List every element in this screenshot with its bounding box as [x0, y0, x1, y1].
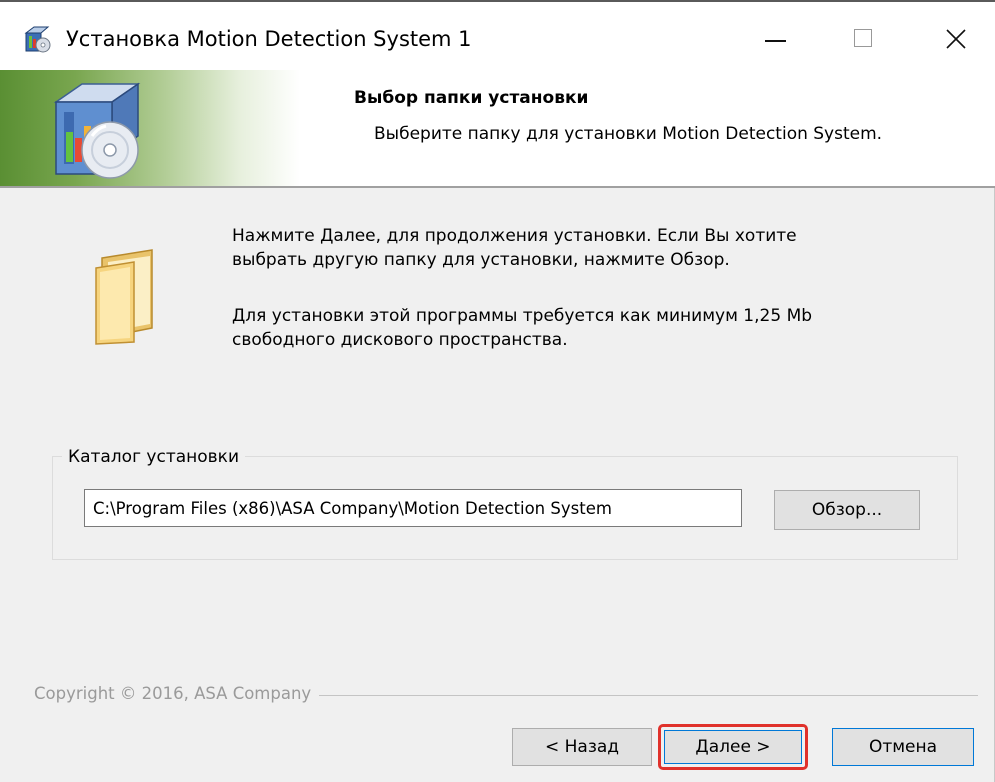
header-banner: Выбор папки установки Выберите папку для… — [0, 70, 995, 186]
window-title: Установка Motion Detection System 1 — [66, 27, 472, 51]
disk-space-text: Для установки этой программы требуется к… — [232, 304, 812, 352]
next-button[interactable]: Далее > — [664, 730, 802, 764]
page-subtitle: Выберите папку для установки Motion Dete… — [374, 124, 883, 144]
copyright-text: Copyright © 2016, ASA Company — [34, 684, 320, 703]
instruction-line-1: Нажмите Далее, для продолжения установки… — [232, 226, 797, 246]
installer-cd-icon — [53, 82, 141, 179]
disk-space-line-2: свободного дискового пространства. — [232, 330, 568, 350]
maximize-icon[interactable] — [836, 14, 896, 64]
back-button[interactable]: < Назад — [512, 728, 652, 766]
browse-button[interactable]: Обзор... — [774, 490, 920, 530]
instruction-line-2: выбрать другую папку для установки, нажм… — [232, 250, 730, 270]
installer-window: Установка Motion Detection System 1 Выбо… — [0, 0, 995, 782]
cancel-button[interactable]: Отмена — [832, 728, 974, 766]
header-divider — [0, 186, 995, 188]
installer-box-icon — [24, 26, 51, 53]
page-title: Выбор папки установки — [354, 88, 589, 108]
close-icon[interactable] — [925, 14, 985, 64]
title-bar: Установка Motion Detection System 1 — [0, 0, 995, 70]
instruction-text: Нажмите Далее, для продолжения установки… — [232, 224, 797, 272]
folder-icon — [95, 249, 153, 345]
destination-group-label: Каталог установки — [62, 446, 245, 468]
install-path-input[interactable] — [84, 489, 742, 527]
minimize-icon[interactable] — [745, 14, 805, 64]
disk-space-line-1: Для установки этой программы требуется к… — [232, 306, 813, 326]
